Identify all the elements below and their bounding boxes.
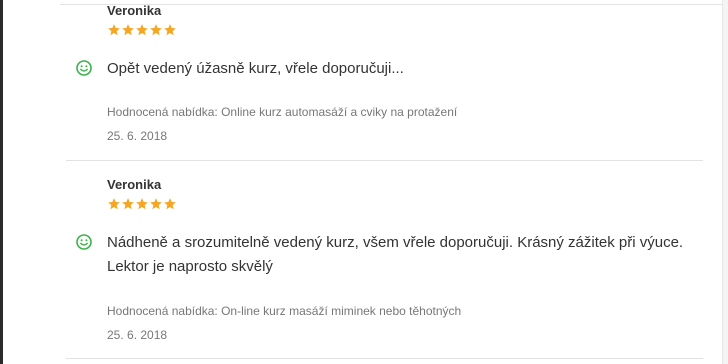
smile-icon: [76, 234, 92, 250]
review-author: Veronika: [107, 177, 162, 192]
star-icon: [150, 198, 162, 210]
review-text: Nádheně a srozumitelně vedený kurz, všem…: [107, 234, 684, 275]
star-icon: [108, 198, 120, 210]
rating-stars: [107, 197, 177, 211]
star-icon: [136, 198, 148, 210]
star-icon: [164, 198, 176, 210]
review-date: 25. 6. 2018: [107, 328, 168, 342]
review-divider: [66, 358, 703, 359]
reviewed-offer: Hodnocená nabídka: On-line kurz masáží m…: [107, 304, 462, 318]
review-item: Veronika Nádheně a srozumitelně vedený k…: [0, 0, 722, 364]
star-icon: [122, 198, 134, 210]
scrollbar-track[interactable]: [722, 0, 728, 364]
